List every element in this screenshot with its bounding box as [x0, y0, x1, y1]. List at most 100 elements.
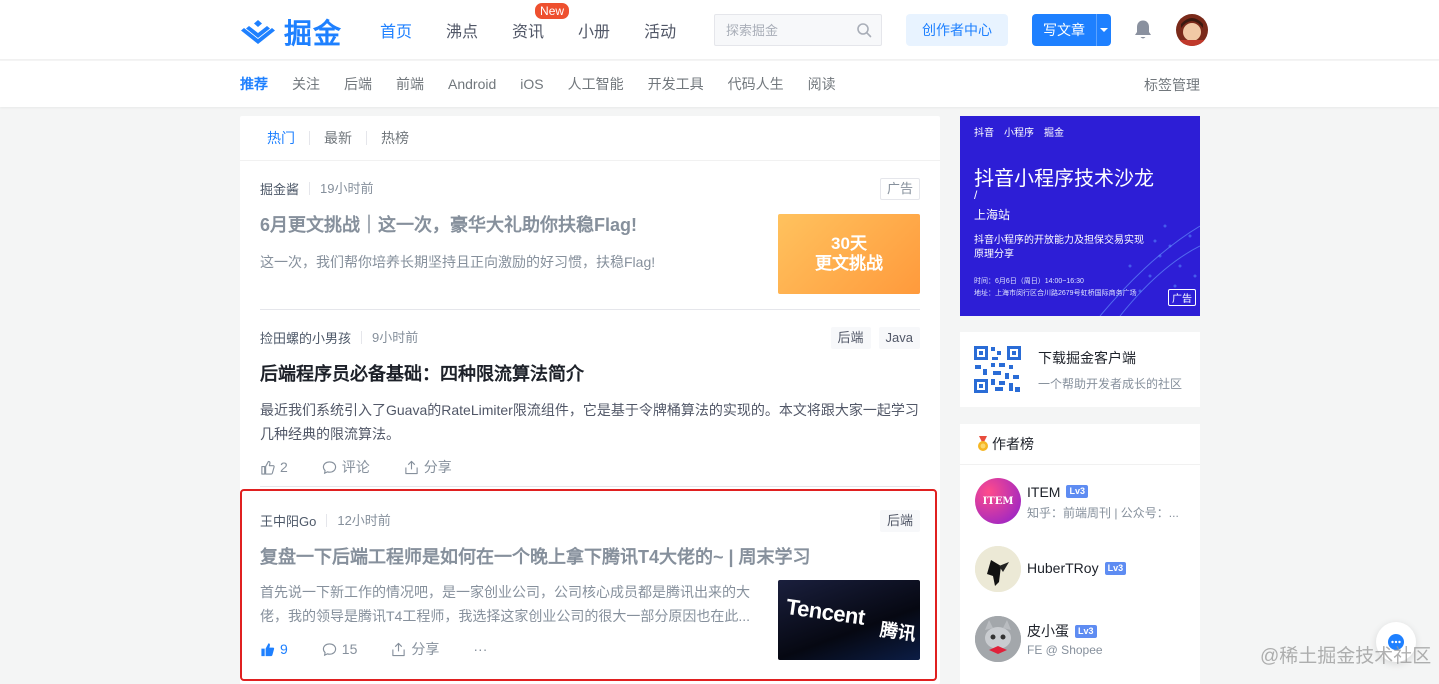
thumbnail-text-line1: Tencent — [784, 594, 867, 630]
author-ranking-card: 作者榜 ITEM ITEM Lv3 知乎：前端周刊 | 公众号：... Hube… — [960, 424, 1200, 684]
author-name[interactable]: HuberTRoy — [1027, 560, 1099, 576]
ad-label: 广告 — [879, 178, 920, 200]
nav-item-news[interactable]: 资讯 New — [512, 2, 571, 42]
author-avatar-image — [975, 546, 1021, 592]
search-input[interactable] — [715, 15, 845, 45]
article-author[interactable]: 捡田螺的小男孩 — [260, 328, 351, 347]
comment-button[interactable]: 评论 — [322, 457, 370, 477]
article-author[interactable]: 掘金酱 — [260, 179, 299, 198]
comment-button[interactable]: 15 — [322, 641, 358, 657]
nav-item-books[interactable]: 小册 — [578, 18, 610, 42]
category-tab-reading[interactable]: 阅读 — [808, 74, 836, 94]
nav-item-events[interactable]: 活动 — [644, 18, 676, 42]
tag-manage-link[interactable]: 标签管理 — [1144, 75, 1200, 95]
author-avatar-text: ITEM — [982, 495, 1014, 507]
article-feed: 热门 最新 热榜 掘金酱 19小时前 广告 6月更文挑战｜这一次，豪华大礼助你扶… — [240, 116, 940, 684]
ad-brand-miniprogram: 小程序 — [1004, 128, 1034, 139]
juejin-logo[interactable]: 掘金 — [240, 12, 342, 52]
ad-address: 地址：上海市闵行区合川路2679号虹桥国际商务广场 — [974, 290, 1137, 297]
category-tab-ios[interactable]: iOS — [520, 76, 543, 92]
write-article-button[interactable]: 写文章 — [1032, 14, 1111, 46]
author-avatar[interactable] — [975, 546, 1021, 592]
author-item[interactable]: HuberTRoy Lv3 — [975, 546, 1195, 592]
write-dropdown-caret[interactable] — [1096, 14, 1111, 46]
share-icon — [405, 460, 418, 474]
like-button[interactable]: 2 — [260, 459, 288, 475]
author-desc: 知乎：前端周刊 | 公众号：... — [1027, 505, 1179, 520]
article-thumbnail[interactable]: 30天 更文挑战 — [778, 214, 920, 294]
author-avatar[interactable]: ITEM — [975, 478, 1021, 524]
feed-tab-latest[interactable]: 最新 — [324, 131, 367, 145]
share-button[interactable]: 分享 — [404, 457, 452, 477]
thumbs-up-filled-icon — [261, 642, 275, 656]
category-tab-devtools[interactable]: 开发工具 — [648, 74, 704, 94]
share-button[interactable]: 分享 — [391, 639, 439, 659]
download-app-card[interactable]: 下载掘金客户端 一个帮助开发者成长的社区 — [960, 332, 1200, 407]
category-tab-ai[interactable]: 人工智能 — [568, 74, 624, 94]
author-item[interactable]: ITEM ITEM Lv3 知乎：前端周刊 | 公众号：... — [975, 478, 1195, 524]
thumbnail-text-line1: 30天 — [831, 234, 867, 253]
category-tab-android[interactable]: Android — [448, 76, 496, 92]
nav-item-pins[interactable]: 沸点 — [446, 18, 478, 42]
article-time: 12小时前 — [326, 513, 391, 527]
author-level-badge: Lv3 — [1075, 624, 1097, 638]
thumbs-up-icon — [261, 460, 275, 475]
author-name[interactable]: 皮小蛋 — [1027, 621, 1069, 641]
comment-count: 15 — [341, 641, 358, 657]
search-icon[interactable] — [856, 22, 872, 38]
author-item[interactable]: 皮小蛋 Lv3 FE @ Shopee — [975, 616, 1195, 662]
author-level-badge: Lv3 — [1066, 485, 1088, 498]
article-title[interactable]: 后端程序员必备基础：四种限流算法简介 — [260, 361, 920, 387]
author-avatar-image — [975, 616, 1021, 662]
article-tag[interactable]: 后端 — [879, 510, 920, 532]
share-label: 分享 — [411, 641, 440, 657]
feed-tab-ranking[interactable]: 热榜 — [381, 131, 423, 145]
article-time: 9小时前 — [361, 330, 418, 344]
author-level-badge: Lv3 — [1104, 561, 1127, 575]
article-time: 19小时前 — [309, 181, 373, 195]
author-desc: FE @ Shopee — [1027, 643, 1103, 657]
article-title[interactable]: 6月更文挑战｜这一次，豪华大礼助你扶稳Flag! — [260, 212, 760, 238]
thumbnail-text-line2: 更文挑战 — [815, 254, 883, 273]
category-tab-following[interactable]: 关注 — [292, 74, 320, 94]
ad-desc: 抖音小程序的开放能力及担保交易实现 原理分享 — [974, 234, 1144, 262]
author-avatar[interactable] — [975, 616, 1021, 662]
nav-item-home[interactable]: 首页 — [380, 18, 412, 42]
creator-center-button[interactable]: 创作者中心 — [906, 14, 1008, 46]
like-button[interactable]: 9 — [260, 641, 288, 657]
write-article-label: 写文章 — [1043, 22, 1085, 38]
main-nav: 首页 沸点 资讯 New 小册 活动 — [380, 0, 710, 60]
article-tag[interactable]: 后端 — [830, 327, 871, 349]
more-button[interactable]: ··· — [473, 641, 487, 657]
sidebar-ad-banner[interactable]: 抖音 小程序 掘金 抖音小程序技术沙龙 / 上海站 抖音小程序的开放能力及担保交… — [960, 116, 1200, 316]
new-badge: New — [534, 2, 571, 20]
category-tab-backend[interactable]: 后端 — [344, 74, 372, 94]
ad-brand-row: 抖音 小程序 掘金 — [974, 124, 1064, 139]
category-tab-frontend[interactable]: 前端 — [396, 74, 424, 94]
share-label: 分享 — [423, 459, 452, 475]
ad-desc-line1: 抖音小程序的开放能力及担保交易实现 — [974, 235, 1144, 246]
feed-divider — [260, 486, 920, 487]
watermark-text: @稀土掘金技术社区 — [1260, 646, 1432, 667]
article-tag[interactable]: Java — [878, 327, 920, 349]
article-author[interactable]: 王中阳Go — [260, 511, 316, 530]
ad-city: 上海站 — [974, 208, 1011, 222]
category-tab-recommended[interactable]: 推荐 — [240, 74, 268, 94]
feed-sort-tabs: 热门 最新 热榜 — [240, 116, 940, 161]
article-item[interactable]: 捡田螺的小男孩 9小时前 后端 Java 后端程序员必备基础：四种限流算法简介 … — [260, 327, 920, 477]
ad-slash: / — [974, 188, 978, 202]
feed-tab-hot[interactable]: 热门 — [267, 131, 310, 145]
author-ranking-title: 作者榜 — [992, 436, 1034, 452]
category-tab-code-life[interactable]: 代码人生 — [728, 74, 784, 94]
search-box — [714, 14, 882, 46]
notification-bell-icon[interactable] — [1133, 19, 1153, 41]
ad-brand-douyin: 抖音 — [974, 128, 994, 139]
article-item[interactable]: 王中阳Go 12小时前 后端 复盘一下后端工程师是如何在一个晚上拿下腾讯T4大佬… — [260, 510, 920, 660]
brand-name: 掘金 — [284, 17, 343, 50]
user-avatar[interactable] — [1176, 14, 1208, 46]
author-name[interactable]: ITEM — [1027, 484, 1060, 500]
article-abstract: 最近我们系统引入了Guava的RateLimiter限流组件，它是基于令牌桶算法… — [260, 402, 919, 442]
article-title[interactable]: 复盘一下后端工程师是如何在一个晚上拿下腾讯T4大佬的~ | 周末学习 — [260, 544, 920, 570]
article-item[interactable]: 掘金酱 19小时前 广告 6月更文挑战｜这一次，豪华大礼助你扶稳Flag! 这一… — [260, 178, 920, 298]
article-thumbnail[interactable]: Tencent 腾讯 — [778, 580, 920, 660]
